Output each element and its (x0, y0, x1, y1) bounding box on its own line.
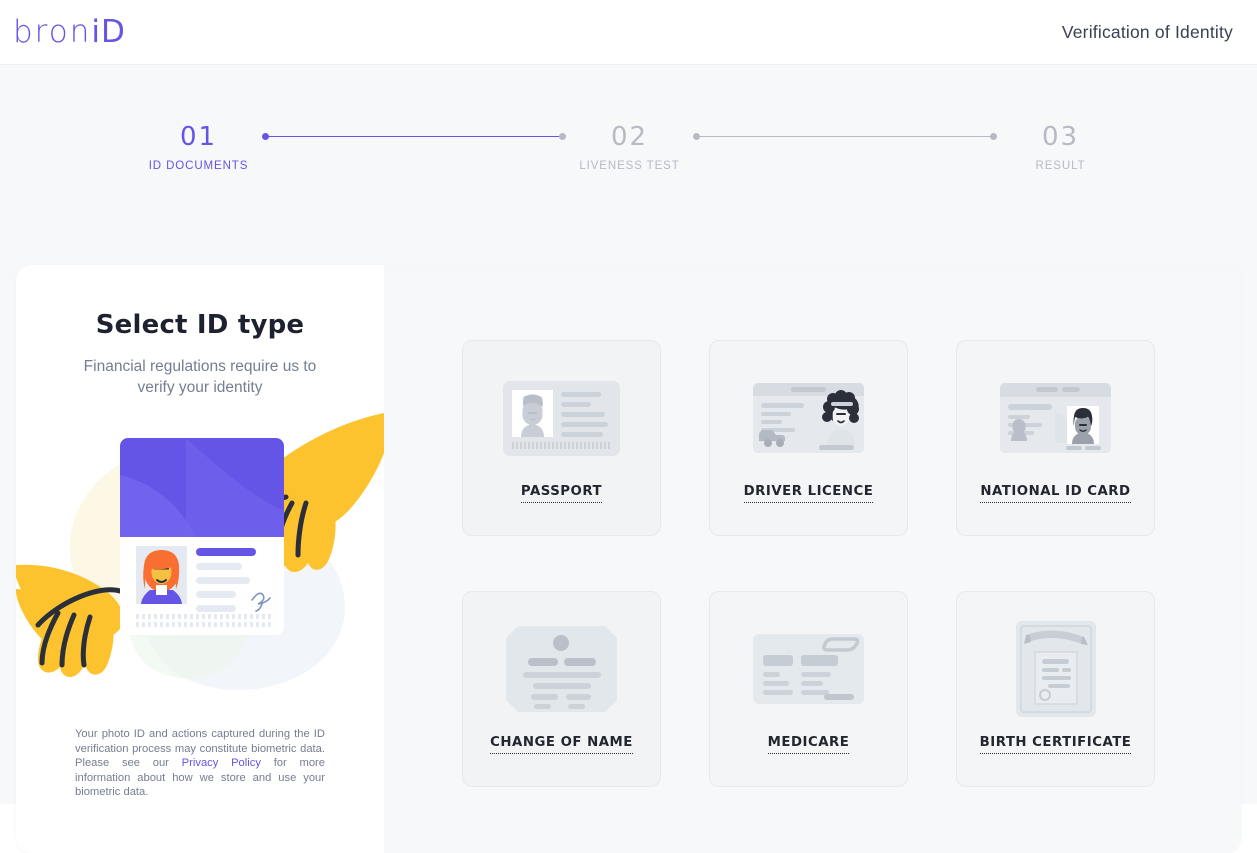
page-body: 01 ID DOCUMENTS 02 LIVENESS TEST 03 RESU… (0, 65, 1257, 804)
privacy-policy-link[interactable]: Privacy Policy (182, 757, 261, 769)
step-3-label: RESULT (1036, 160, 1086, 172)
logo-text-bron: bron (13, 14, 91, 50)
id-type-card-birth-certificate[interactable]: BIRTH CERTIFICATE (956, 591, 1155, 787)
birth-certificate-icon (1016, 623, 1096, 715)
step-connector-2-3 (696, 123, 994, 151)
app-header: broniD Verification of Identity (0, 0, 1257, 65)
step-3-number: 03 (1042, 123, 1079, 151)
passport-card-icon (503, 372, 620, 464)
id-type-label-driver-licence: DRIVER LICENCE (744, 484, 874, 503)
id-type-label-birth-certificate: BIRTH CERTIFICATE (980, 735, 1132, 754)
step-2-label: LIVENESS TEST (579, 160, 679, 172)
step-1-number: 01 (180, 123, 217, 151)
verification-panel: Select ID type Financial regulations req… (16, 265, 1241, 853)
step-2-liveness-test[interactable]: 02 LIVENESS TEST (563, 123, 696, 172)
id-type-label-medicare: MEDICARE (768, 735, 850, 754)
id-type-label-change-of-name: CHANGE OF NAME (490, 735, 633, 754)
select-id-type-subheading: Financial regulations require us to veri… (75, 356, 325, 398)
medicare-card-icon (753, 623, 864, 715)
id-type-card-national-id[interactable]: NATIONAL ID CARD (956, 340, 1155, 536)
logo-text-id: iD (91, 14, 125, 50)
driver-licence-card-icon (753, 372, 864, 464)
step-1-label: ID DOCUMENTS (149, 160, 249, 172)
step-connector-1-2 (265, 123, 563, 151)
step-1-id-documents[interactable]: 01 ID DOCUMENTS (132, 123, 265, 172)
left-info-pane: Select ID type Financial regulations req… (16, 265, 384, 853)
step-2-number: 02 (611, 123, 648, 151)
id-type-card-driver-licence[interactable]: DRIVER LICENCE (709, 340, 908, 536)
hands-holding-id-card-illustration (16, 405, 384, 705)
id-type-selection-pane: PASSPORT (384, 265, 1241, 853)
step-3-result[interactable]: 03 RESULT (994, 123, 1127, 172)
id-type-label-passport: PASSPORT (521, 484, 602, 503)
biometric-disclaimer: Your photo ID and actions captured durin… (75, 727, 325, 800)
id-type-label-national-id: NATIONAL ID CARD (980, 484, 1130, 503)
select-id-type-heading: Select ID type (96, 310, 305, 340)
id-type-card-medicare[interactable]: MEDICARE (709, 591, 908, 787)
bronid-logo[interactable]: broniD (13, 14, 126, 50)
national-id-card-icon (1000, 372, 1111, 464)
id-type-grid: PASSPORT (462, 340, 1241, 787)
change-of-name-certificate-icon (506, 623, 617, 715)
id-type-card-passport[interactable]: PASSPORT (462, 340, 661, 536)
id-type-card-change-of-name[interactable]: CHANGE OF NAME (462, 591, 661, 787)
progress-stepper: 01 ID DOCUMENTS 02 LIVENESS TEST 03 RESU… (0, 123, 1257, 185)
page-title: Verification of Identity (1062, 22, 1233, 43)
